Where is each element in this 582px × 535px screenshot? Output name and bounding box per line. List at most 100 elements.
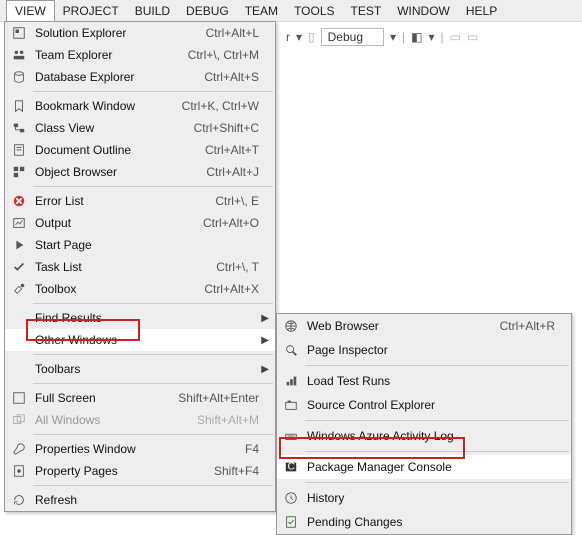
dropdown-arrow-icon[interactable]: ▾ <box>296 30 302 44</box>
menu-view[interactable]: VIEW <box>6 0 55 21</box>
view-item-other-windows[interactable]: Other Windows▶ <box>5 329 275 351</box>
separator <box>305 482 569 483</box>
menu-item-label: All Windows <box>29 413 197 427</box>
separator <box>33 485 273 486</box>
menu-item-label: Database Explorer <box>29 70 204 84</box>
view-item-output[interactable]: OutputCtrl+Alt+O <box>5 212 275 234</box>
ref-icon <box>9 493 29 507</box>
menu-item-label: Refresh <box>29 493 271 507</box>
separator-icon: | <box>402 30 405 44</box>
view-menu: Solution ExplorerCtrl+Alt+LTeam Explorer… <box>4 21 276 512</box>
full-icon <box>9 391 29 405</box>
toolbar-icon[interactable]: ▭ <box>467 30 478 44</box>
start-icon <box>9 238 29 252</box>
doc-icon <box>9 143 29 157</box>
pc-icon <box>281 515 301 529</box>
menu-item-label: Toolbox <box>29 282 204 296</box>
other-windows-submenu: Web BrowserCtrl+Alt+RPage Inspector Load … <box>276 313 572 535</box>
menu-item-label: Class View <box>29 121 194 135</box>
other-item-package-manager-console[interactable]: C:\Package Manager Console <box>277 455 571 479</box>
menu-help[interactable]: HELP <box>458 1 505 21</box>
view-item-database-explorer[interactable]: Database ExplorerCtrl+Alt+S <box>5 66 275 88</box>
shortcut-label: Ctrl+\, Ctrl+M <box>188 48 271 62</box>
cls-icon <box>9 121 29 135</box>
view-item-start-page[interactable]: Start Page <box>5 234 275 256</box>
sln-icon <box>9 26 29 40</box>
submenu-arrow-icon: ▶ <box>261 335 269 346</box>
other-item-history[interactable]: History <box>277 486 571 510</box>
bm-icon <box>9 99 29 113</box>
view-item-error-list[interactable]: Error ListCtrl+\, E <box>5 190 275 212</box>
menu-item-label: History <box>301 491 567 505</box>
menu-tools[interactable]: TOOLS <box>286 1 342 21</box>
dropdown-arrow-icon[interactable]: ▾ <box>390 30 396 44</box>
shortcut-label: Shift+Alt+Enter <box>178 391 271 405</box>
view-item-bookmark-window[interactable]: Bookmark WindowCtrl+K, Ctrl+W <box>5 95 275 117</box>
menu-item-label: Windows Azure Activity Log <box>301 429 567 443</box>
shortcut-label: Ctrl+K, Ctrl+W <box>182 99 271 113</box>
menu-item-label: Toolbars <box>29 362 271 376</box>
menu-build[interactable]: BUILD <box>127 1 178 21</box>
shortcut-label: Shift+Alt+M <box>197 413 271 427</box>
view-item-property-pages[interactable]: Property PagesShift+F4 <box>5 460 275 482</box>
view-item-solution-explorer[interactable]: Solution ExplorerCtrl+Alt+L <box>5 22 275 44</box>
menu-window[interactable]: WINDOW <box>389 1 458 21</box>
submenu-arrow-icon: ▶ <box>261 364 269 375</box>
view-item-find-results[interactable]: Find Results▶ <box>5 307 275 329</box>
menu-item-label: Full Screen <box>29 391 178 405</box>
other-item-pending-changes[interactable]: Pending Changes <box>277 510 571 534</box>
sce-icon <box>281 398 301 412</box>
view-item-toolbox[interactable]: ToolboxCtrl+Alt+X <box>5 278 275 300</box>
menu-item-label: Bookmark Window <box>29 99 182 113</box>
out-icon <box>9 216 29 230</box>
menu-test[interactable]: TEST <box>343 1 390 21</box>
shortcut-label: Ctrl+Alt+L <box>206 26 271 40</box>
other-item-page-inspector[interactable]: Page Inspector <box>277 338 571 362</box>
view-item-task-list[interactable]: Task ListCtrl+\, T <box>5 256 275 278</box>
config-dropdown[interactable]: Debug <box>321 28 384 46</box>
separator-icon: | <box>441 30 444 44</box>
toolbar-icon[interactable]: ◧ <box>411 30 422 44</box>
team-icon <box>9 48 29 62</box>
separator <box>305 451 569 452</box>
other-item-load-test-runs[interactable]: Load Test Runs <box>277 369 571 393</box>
toolbar-icon[interactable]: ▭ <box>450 30 461 44</box>
view-item-refresh[interactable]: Refresh <box>5 489 275 511</box>
shortcut-label: Ctrl+Alt+J <box>206 165 271 179</box>
view-item-properties-window[interactable]: Properties WindowF4 <box>5 438 275 460</box>
shortcut-label: Ctrl+Alt+X <box>204 282 271 296</box>
menu-item-label: Property Pages <box>29 464 214 478</box>
shortcut-label: Ctrl+\, T <box>216 260 271 274</box>
shortcut-label: Ctrl+Alt+T <box>205 143 271 157</box>
view-item-class-view[interactable]: Class ViewCtrl+Shift+C <box>5 117 275 139</box>
menu-item-label: Source Control Explorer <box>301 398 567 412</box>
view-item-toolbars[interactable]: Toolbars▶ <box>5 358 275 380</box>
menu-team[interactable]: TEAM <box>237 1 286 21</box>
menu-project[interactable]: PROJECT <box>55 1 127 21</box>
svg-text:C:\: C:\ <box>288 461 299 473</box>
other-item-web-browser[interactable]: Web BrowserCtrl+Alt+R <box>277 314 571 338</box>
menu-item-label: Document Outline <box>29 143 205 157</box>
task-icon <box>9 260 29 274</box>
view-item-object-browser[interactable]: Object BrowserCtrl+Alt+J <box>5 161 275 183</box>
view-item-full-screen[interactable]: Full ScreenShift+Alt+Enter <box>5 387 275 409</box>
other-item-source-control-explorer[interactable]: Source Control Explorer <box>277 393 571 417</box>
view-item-team-explorer[interactable]: Team ExplorerCtrl+\, Ctrl+M <box>5 44 275 66</box>
menu-item-label: Output <box>29 216 203 230</box>
menu-item-label: Pending Changes <box>301 515 567 529</box>
other-item-windows-azure-activity-log[interactable]: Windows Azure Activity Log <box>277 424 571 448</box>
separator <box>33 354 273 355</box>
toolbar: r ▾ ▯ Debug ▾ | ◧ ▾ | ▭ ▭ <box>280 22 582 52</box>
view-item-all-windows[interactable]: All WindowsShift+Alt+M <box>5 409 275 431</box>
separator <box>33 186 273 187</box>
menu-debug[interactable]: DEBUG <box>178 1 237 21</box>
menu-item-label: Web Browser <box>301 319 500 333</box>
toolbar-text: r <box>286 30 290 44</box>
dropdown-arrow-icon[interactable]: ▾ <box>429 30 435 44</box>
menu-item-label: Team Explorer <box>29 48 188 62</box>
separator-icon: ▯ <box>308 30 315 44</box>
separator <box>33 91 273 92</box>
view-item-document-outline[interactable]: Document OutlineCtrl+Alt+T <box>5 139 275 161</box>
obj-icon <box>9 165 29 179</box>
menu-item-label: Error List <box>29 194 215 208</box>
